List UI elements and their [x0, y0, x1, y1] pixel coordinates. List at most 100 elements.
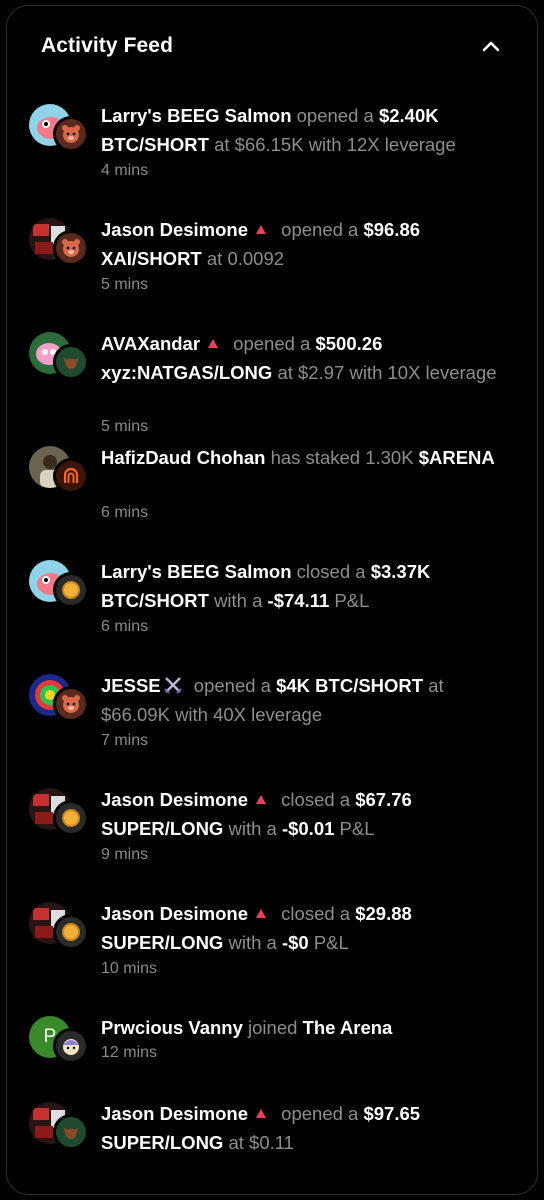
amount: $2.40K — [378, 105, 439, 126]
timestamp: 6 mins — [101, 618, 149, 635]
bull-badge-icon — [53, 344, 89, 380]
feed-item[interactable]: Larry's BEEG Salmon closed a $3.37K BTC/… — [7, 558, 537, 672]
mascot-badge-icon — [53, 1028, 89, 1064]
user-name[interactable]: HafizDaud Chohan — [101, 447, 265, 468]
coin-badge-icon — [53, 572, 89, 608]
timestamp: 5 mins — [101, 276, 149, 293]
user-name[interactable]: Jason Desimone — [101, 903, 248, 924]
feed-item[interactable]: Jason Desimone closed a $67.76 SUPER/LON… — [7, 786, 537, 900]
avatar-group[interactable] — [29, 560, 91, 610]
details: with a — [228, 817, 277, 839]
feed-item-text: Jason Desimone closed a $29.88 SUPER/LON… — [101, 900, 511, 957]
avatar-group[interactable] — [29, 332, 91, 382]
timestamp: 9 mins — [101, 846, 149, 863]
action-verb: closed a — [296, 561, 366, 582]
amount: $500.26 — [315, 333, 383, 354]
rank-triangle-icon — [208, 339, 219, 348]
pair: BTC/SHORT — [101, 133, 209, 155]
timestamp: 10 mins — [101, 960, 158, 977]
avatar-group[interactable] — [29, 674, 91, 724]
coin-badge-icon — [53, 914, 89, 950]
avatar-group[interactable] — [29, 902, 91, 952]
target-name: The Arena — [302, 1017, 393, 1038]
timestamp: 4 mins — [101, 162, 149, 179]
action-verb: opened a — [296, 105, 374, 126]
action-verb: has staked 1.30K — [270, 447, 414, 468]
feed-item-text: Prwcious Vanny joined The Arena — [101, 1014, 511, 1043]
feed-item-text: JESSE opened a $4K BTC/SHORT at $66.09K … — [101, 672, 511, 729]
pair: SUPER/LONG — [101, 1131, 224, 1153]
crossed-swords-icon — [163, 677, 182, 694]
user-name[interactable]: Jason Desimone — [101, 789, 248, 810]
feed-item[interactable]: P Prwcious Vanny joined The Arena 12 min… — [7, 1014, 537, 1100]
feed-item[interactable]: Jason Desimone opened a $97.65 SUPER/LON… — [7, 1100, 537, 1194]
feed-item[interactable]: Jason Desimone closed a $29.88 SUPER/LON… — [7, 900, 537, 1014]
action-verb: joined — [248, 1017, 298, 1038]
rank-triangle-icon — [256, 909, 267, 918]
action-verb: opened a — [281, 1103, 359, 1124]
user-name[interactable]: AVAXandar — [101, 333, 200, 354]
amount: $29.88 — [355, 903, 412, 924]
avatar-group[interactable] — [29, 446, 91, 496]
collapse-chevron-up-icon[interactable] — [479, 34, 503, 58]
timestamp: 6 mins — [101, 504, 149, 521]
coin-badge-icon — [53, 800, 89, 836]
details: with a — [228, 931, 277, 953]
bear-badge-icon — [53, 230, 89, 266]
avatar-group[interactable] — [29, 1102, 91, 1152]
pair: SUPER/LONG — [101, 931, 224, 953]
pair: XAI/SHORT — [101, 247, 202, 269]
feed-item-text: Larry's BEEG Salmon closed a $3.37K BTC/… — [101, 558, 511, 615]
token: $ARENA — [418, 447, 495, 468]
feed-list: Larry's BEEG Salmon opened a $2.40K BTC/… — [7, 102, 537, 1194]
action-verb: opened a — [233, 333, 311, 354]
action-verb: closed a — [281, 789, 351, 810]
user-name[interactable]: Jason Desimone — [101, 1103, 248, 1124]
amount: $96.86 — [363, 219, 421, 240]
feed-item-text: HafizDaud Chohan has staked 1.30K $ARENA — [101, 444, 511, 473]
activity-feed-panel: Activity Feed Larry's BEEG Salmon opened… — [6, 5, 538, 1195]
user-name[interactable]: Prwcious Vanny — [101, 1017, 243, 1038]
amount: $3.37K — [370, 561, 431, 582]
pnl-label: P&L — [313, 931, 349, 953]
pnl-value: -$0.01 — [281, 817, 335, 839]
bear-badge-icon — [53, 116, 89, 152]
pair: SUPER/LONG — [101, 817, 224, 839]
feed-item-text: Larry's BEEG Salmon opened a $2.40K BTC/… — [101, 102, 511, 159]
amount: $4K BTC/SHORT — [276, 675, 424, 696]
feed-item[interactable]: Larry's BEEG Salmon opened a $2.40K BTC/… — [7, 102, 537, 216]
user-name[interactable]: Larry's BEEG Salmon — [101, 561, 292, 582]
avatar-group[interactable] — [29, 218, 91, 268]
timestamp: 5 mins — [101, 418, 149, 435]
timestamp: 12 mins — [101, 1044, 158, 1061]
feed-item-text: Jason Desimone opened a $97.65 SUPER/LON… — [101, 1100, 511, 1157]
details: at $2.97 with 10X leverage — [277, 361, 497, 383]
action-verb: closed a — [281, 903, 351, 924]
details: at $66.15K with 12X leverage — [214, 133, 456, 155]
action-verb: opened a — [281, 219, 359, 240]
feed-item[interactable]: JESSE opened a $4K BTC/SHORT at $66.09K … — [7, 672, 537, 786]
bear-badge-icon — [53, 686, 89, 722]
arena-logo-icon — [53, 458, 89, 494]
user-name[interactable]: Jason Desimone — [101, 219, 248, 240]
feed-item[interactable]: Jason Desimone opened a $96.86 XAI/SHORT… — [7, 216, 537, 330]
feed-item-text: AVAXandar opened a $500.26 xyz:NATGAS/LO… — [101, 330, 511, 387]
feed-item[interactable]: HafizDaud Chohan has staked 1.30K $ARENA… — [7, 444, 537, 558]
feed-item[interactable]: AVAXandar opened a $500.26 xyz:NATGAS/LO… — [7, 330, 537, 444]
rank-triangle-icon — [256, 1109, 267, 1118]
pnl-value: -$0 — [281, 931, 309, 953]
feed-title: Activity Feed — [41, 34, 174, 57]
user-name[interactable]: Larry's BEEG Salmon — [101, 105, 292, 126]
amount: $67.76 — [355, 789, 412, 810]
rank-triangle-icon — [256, 225, 267, 234]
avatar-group[interactable] — [29, 788, 91, 838]
timestamp: 7 mins — [101, 732, 149, 749]
user-name[interactable]: JESSE — [101, 675, 161, 696]
avatar-group[interactable]: P — [29, 1016, 91, 1066]
feed-item-text: Jason Desimone closed a $67.76 SUPER/LON… — [101, 786, 511, 843]
rank-triangle-icon — [256, 795, 267, 804]
pnl-label: P&L — [339, 817, 375, 839]
pair: BTC/SHORT — [101, 589, 209, 611]
avatar-group[interactable] — [29, 104, 91, 154]
amount: $97.65 — [363, 1103, 421, 1124]
